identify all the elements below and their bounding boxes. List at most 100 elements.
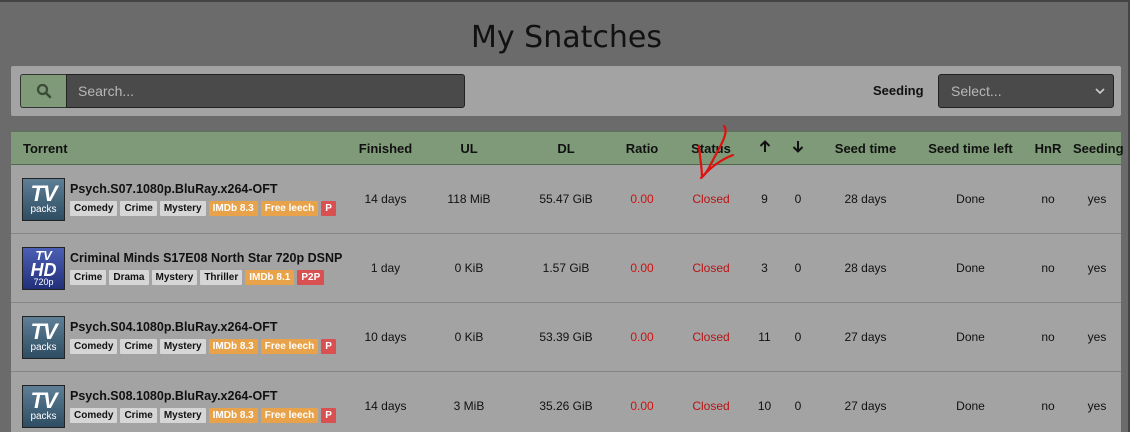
column-header-ul[interactable]: UL (414, 131, 524, 165)
status-cell: Closed (692, 261, 730, 275)
status-cell: Closed (692, 192, 730, 206)
seed-time-cell: 28 days (844, 192, 887, 206)
torrent-cell: TV packs Psych.S07.1080p.BluRay.x264-OFT… (11, 165, 357, 234)
hnr-cell: no (1041, 330, 1055, 344)
p2p-badge: P (321, 339, 336, 354)
genre-tag[interactable]: Mystery (151, 270, 198, 285)
seeding-cell: yes (1087, 261, 1107, 275)
finished-cell: 1 day (370, 261, 401, 275)
leechers-cell: 0 (794, 261, 802, 275)
search-input[interactable] (66, 74, 465, 108)
page-title: My Snatches (471, 20, 662, 55)
dl-cell: 53.39 GiB (539, 330, 593, 344)
column-header-dl[interactable]: DL (524, 131, 608, 165)
column-header-hnr[interactable]: HnR (1023, 131, 1073, 165)
table-row: TV packs Psych.S04.1080p.BluRay.x264-OFT… (11, 302, 1121, 372)
torrent-cell: TV packs Psych.S04.1080p.BluRay.x264-OFT… (11, 303, 357, 372)
seed-time-cell: 28 days (844, 261, 887, 275)
finished-cell: 14 days (364, 399, 407, 413)
seeders-cell: 10 (757, 399, 772, 413)
seed-time-left-cell: Done (956, 261, 985, 275)
genre-tag[interactable]: Crime (120, 339, 157, 354)
genre-tag[interactable]: Thriller (200, 270, 243, 285)
finished-cell: 10 days (364, 330, 407, 344)
status-cell: Closed (692, 330, 730, 344)
arrow-down-icon (792, 141, 804, 153)
seeders-cell: 3 (761, 261, 768, 275)
genre-tag[interactable]: Comedy (70, 339, 118, 354)
seeding-select-value: Select... (951, 83, 1002, 99)
tv-packs-cover-image[interactable]: TV packs (22, 177, 65, 221)
table-header-row: Torrent Finished UL DL Ratio Status Seed… (11, 131, 1124, 165)
column-header-seed-time[interactable]: Seed time (813, 131, 918, 165)
column-header-status[interactable]: Status (676, 131, 746, 165)
ul-cell: 3 MiB (453, 399, 485, 413)
torrent-cell: TV HD 720p Criminal Minds S17E08 North S… (11, 234, 357, 303)
ratio-cell: 0.00 (630, 192, 654, 206)
hnr-cell: no (1041, 192, 1055, 206)
genre-tag[interactable]: Crime (120, 408, 157, 423)
finished-cell: 14 days (364, 192, 407, 206)
seeders-cell: 9 (761, 192, 768, 206)
imdb-rating-badge: IMDb 8.3 (208, 408, 258, 423)
p2p-badge: P (321, 408, 336, 423)
column-header-leechers[interactable] (783, 131, 813, 165)
seeding-select[interactable]: Select... (938, 74, 1114, 108)
tv-hd-720p-cover-image[interactable]: TV HD 720p (22, 246, 65, 290)
seeding-cell: yes (1087, 192, 1107, 206)
seeding-filter-label: Seeding (873, 83, 924, 98)
genre-tag[interactable]: Comedy (70, 408, 118, 423)
seed-time-left-cell: Done (956, 399, 985, 413)
torrent-name-link[interactable]: Psych.S08.1080p.BluRay.x264-OFT (70, 389, 336, 403)
seed-time-left-cell: Done (956, 330, 985, 344)
status-cell: Closed (692, 399, 730, 413)
seed-time-left-cell: Done (956, 192, 985, 206)
p2p-badge: P (321, 201, 336, 216)
genre-tag[interactable]: Crime (120, 201, 157, 216)
search-icon (36, 83, 52, 99)
window-top-border (0, 0, 1130, 2)
column-header-seeders[interactable] (746, 131, 783, 165)
genre-tag[interactable]: Mystery (159, 201, 206, 216)
ratio-cell: 0.00 (630, 399, 654, 413)
table-row: TV packs Psych.S08.1080p.BluRay.x264-OFT… (11, 371, 1121, 432)
hnr-cell: no (1041, 261, 1055, 275)
column-header-seed-time-left[interactable]: Seed time left (918, 131, 1023, 165)
imdb-rating-badge: IMDb 8.3 (208, 201, 258, 216)
chevron-down-icon (1095, 88, 1105, 95)
seeding-cell: yes (1087, 330, 1107, 344)
dl-cell: 1.57 GiB (542, 261, 590, 275)
arrow-up-icon (759, 140, 770, 152)
dl-cell: 55.47 GiB (539, 192, 593, 206)
leechers-cell: 0 (794, 192, 802, 206)
leechers-cell: 0 (794, 399, 802, 413)
p2p-badge: P2P (297, 270, 325, 285)
seed-time-cell: 27 days (844, 399, 887, 413)
free-leech-badge: Free leech (260, 339, 319, 354)
tv-packs-cover-image[interactable]: TV packs (22, 315, 65, 359)
torrent-name-link[interactable]: Criminal Minds S17E08 North Star 720p DS… (70, 251, 342, 265)
search-button[interactable] (20, 74, 67, 108)
torrent-name-link[interactable]: Psych.S07.1080p.BluRay.x264-OFT (70, 182, 336, 196)
seed-time-cell: 27 days (844, 330, 887, 344)
torrent-cell: TV packs Psych.S08.1080p.BluRay.x264-OFT… (11, 372, 357, 432)
genre-tag[interactable]: Comedy (70, 201, 118, 216)
column-header-finished[interactable]: Finished (357, 131, 414, 165)
genre-tag[interactable]: Mystery (159, 408, 206, 423)
free-leech-badge: Free leech (260, 408, 319, 423)
genre-tag[interactable]: Crime (70, 270, 107, 285)
column-header-ratio[interactable]: Ratio (608, 131, 676, 165)
column-header-seeding[interactable]: Seeding (1073, 131, 1124, 165)
seeders-cell: 11 (758, 330, 771, 344)
genre-tag[interactable]: Drama (109, 270, 149, 285)
torrent-name-link[interactable]: Psych.S04.1080p.BluRay.x264-OFT (70, 320, 336, 334)
seeding-cell: yes (1087, 399, 1107, 413)
genre-tag[interactable]: Mystery (159, 339, 206, 354)
ul-cell: 118 MiB (447, 192, 491, 206)
tv-packs-cover-image[interactable]: TV packs (22, 384, 65, 428)
ratio-cell: 0.00 (630, 261, 654, 275)
ul-cell: 0 KiB (454, 261, 484, 275)
column-header-torrent[interactable]: Torrent (11, 131, 357, 165)
hnr-cell: no (1041, 399, 1055, 413)
imdb-rating-badge: IMDb 8.3 (208, 339, 258, 354)
